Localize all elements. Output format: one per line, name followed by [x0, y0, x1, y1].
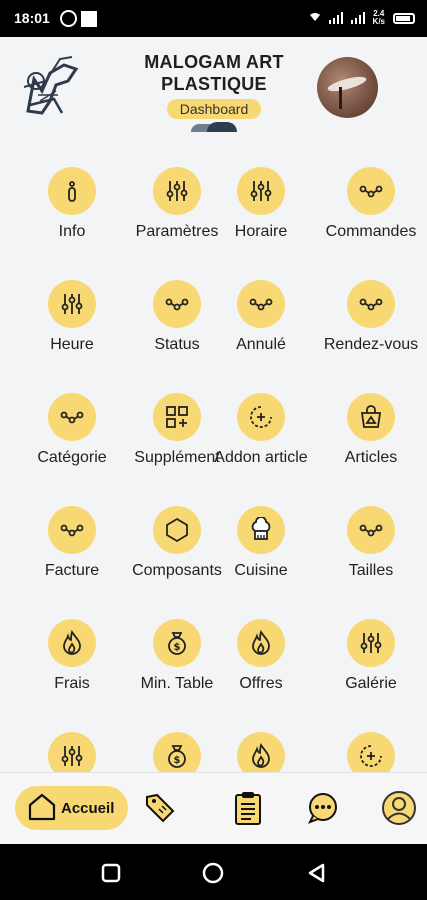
clipboard-icon[interactable]: [230, 790, 266, 826]
menu-tile-label: Info: [58, 223, 86, 240]
hexagon-icon: [153, 506, 201, 554]
info-icon: [48, 167, 96, 215]
menu-tile-tailles[interactable]: Tailles: [321, 506, 421, 596]
whatsapp-icon: [60, 10, 77, 27]
notification-icons: [60, 10, 97, 27]
page-title: MALOGAM ART PLASTIQUE: [144, 52, 284, 94]
nav-home-label: Accueil: [61, 799, 115, 817]
status-time: 18:01: [14, 10, 50, 26]
menu-tile-cuisine[interactable]: Cuisine: [211, 506, 311, 596]
menu-tile-label: Tailles: [348, 562, 394, 579]
menu-tile-label: Articles: [344, 449, 398, 466]
menu-tile-categorie[interactable]: Catégorie: [22, 393, 122, 483]
dashboard-decoration: [191, 122, 237, 132]
menu-tile-label: Rendez-vous: [323, 336, 419, 353]
status-right: 2.4 K/s: [309, 10, 415, 26]
sliders-icon: [153, 167, 201, 215]
money-bag-icon: $: [153, 619, 201, 667]
menu-tile-label: Heure: [50, 336, 94, 353]
svg-text:$: $: [174, 755, 181, 766]
recent-apps-button[interactable]: [100, 862, 122, 884]
menu-tile-label: Facture: [44, 562, 100, 579]
nodes-icon: [153, 280, 201, 328]
chat-icon[interactable]: [305, 790, 341, 826]
menu-tile-label: Commandes: [325, 223, 417, 240]
menu-tile-horaire[interactable]: Horaire: [211, 167, 311, 257]
nodes-icon: [347, 280, 395, 328]
logo: [20, 51, 80, 121]
header: MALOGAM ART PLASTIQUE Dashboard: [0, 37, 427, 137]
home-system-button[interactable]: [202, 862, 224, 884]
nav-home-button[interactable]: Accueil: [15, 786, 128, 830]
back-button[interactable]: [306, 862, 328, 884]
menu-tile-offres[interactable]: Offres: [211, 619, 311, 709]
net-speed-unit: K/s: [372, 17, 385, 26]
home-icon: [27, 791, 57, 826]
system-nav-bar: [0, 844, 427, 900]
menu-tile-articles[interactable]: Articles: [321, 393, 421, 483]
sliders-icon: [347, 619, 395, 667]
grid-add-icon: [153, 393, 201, 441]
dashboard-badge: Dashboard: [167, 99, 261, 119]
nodes-icon: [237, 280, 285, 328]
menu-tile-label: Offres: [239, 675, 283, 692]
menu-tile-info[interactable]: Info: [22, 167, 122, 257]
flame-icon: [237, 619, 285, 667]
menu-tile-label: Addon article: [214, 449, 308, 466]
sliders-icon: [237, 167, 285, 215]
nodes-icon: [347, 506, 395, 554]
net-speed: 2.4 K/s: [373, 10, 385, 26]
menu-tile-frais[interactable]: Frais: [22, 619, 122, 709]
menu-tile-label: Galérie: [345, 675, 397, 692]
signal-icon: [328, 12, 343, 24]
shopping-bag-icon: [347, 393, 395, 441]
sliders-icon: [48, 280, 96, 328]
tag-icon[interactable]: [142, 790, 178, 826]
menu-tile-heure[interactable]: Heure: [22, 280, 122, 370]
battery-icon: [393, 12, 415, 24]
menu-tile-label: Catégorie: [37, 449, 107, 466]
chef-hat-icon: [237, 506, 285, 554]
circle-plus-icon: [237, 393, 285, 441]
status-bar: 18:01 2.4 K/s: [0, 0, 427, 37]
menu-tile-label: Cuisine: [234, 562, 288, 579]
flame-icon: [48, 619, 96, 667]
nodes-icon: [48, 506, 96, 554]
nodes-icon: [347, 167, 395, 215]
avatar[interactable]: [317, 57, 378, 118]
notification-square-icon: [81, 10, 97, 27]
menu-tile-galerie[interactable]: Galérie: [321, 619, 421, 709]
bottom-nav: Accueil: [0, 772, 427, 844]
svg-text:$: $: [174, 642, 181, 653]
menu-tile-annule[interactable]: Annulé: [211, 280, 311, 370]
menu-tile-rendez-vous[interactable]: Rendez-vous: [321, 280, 421, 370]
nodes-icon: [48, 393, 96, 441]
menu-tile-addon-article[interactable]: Addon article: [211, 393, 311, 483]
app-screen: MALOGAM ART PLASTIQUE Dashboard Info Para…: [0, 37, 427, 844]
signal-2-icon: [350, 12, 365, 24]
menu-tile-commandes[interactable]: Commandes: [321, 167, 421, 257]
menu-tile-label: Annulé: [236, 336, 286, 353]
menu-tile-facture[interactable]: Facture: [22, 506, 122, 596]
menu-tile-label: Frais: [54, 675, 90, 692]
wifi-icon: [309, 12, 321, 25]
menu-tile-label: Horaire: [234, 223, 288, 240]
user-icon[interactable]: [381, 790, 417, 826]
